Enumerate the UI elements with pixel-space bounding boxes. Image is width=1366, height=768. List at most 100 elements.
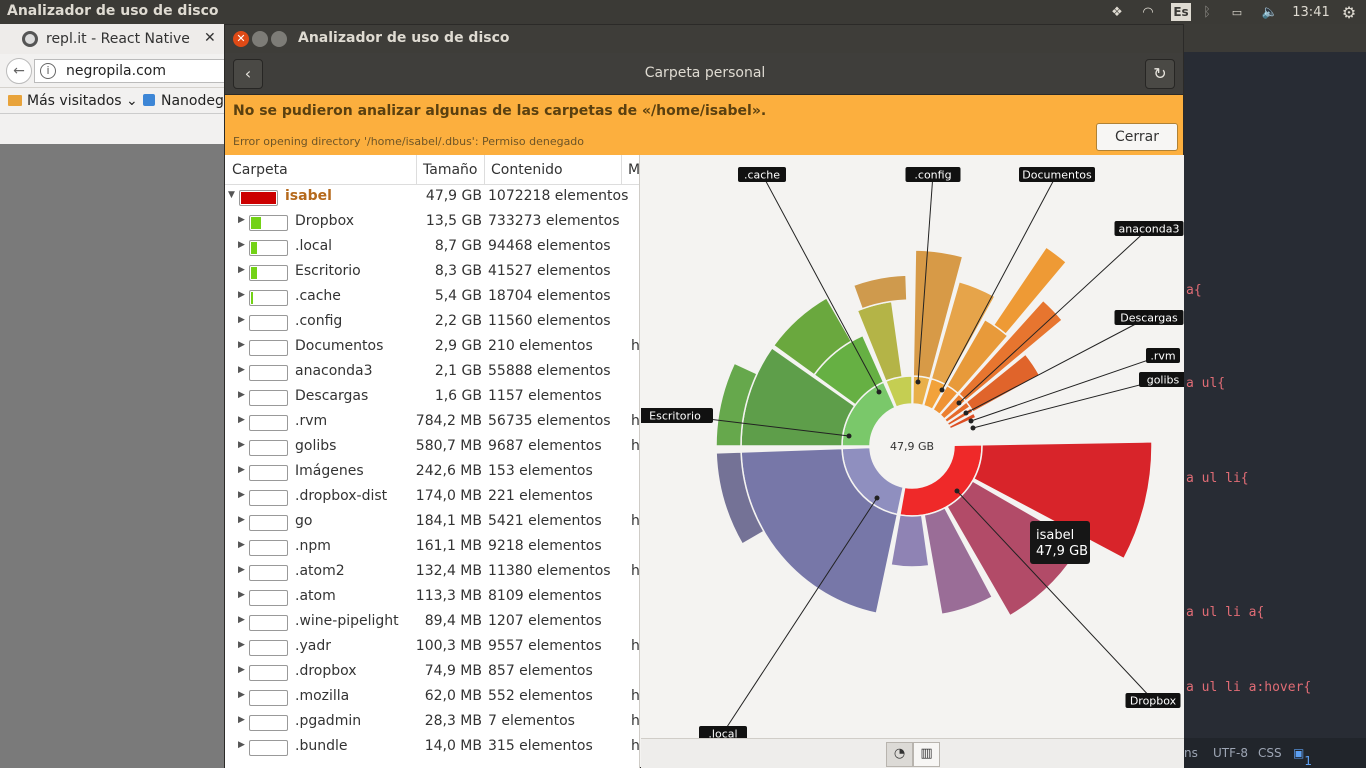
column-size[interactable]: Tamaño [423,162,477,178]
folder-name: .npm [295,538,331,554]
expander-arrow-icon[interactable]: ▶ [238,290,245,300]
expander-arrow-icon[interactable]: ▶ [238,515,245,525]
column-headers: Carpeta Tamaño Contenido M [225,155,639,185]
expander-arrow-icon[interactable]: ▶ [238,340,245,350]
folder-size: 242,6 MB [415,463,482,479]
folder-row[interactable]: ▶ .local 8,7 GB 94468 elementos [225,235,639,260]
folder-row[interactable]: ▶ .atom2 132,4 MB 11380 elementos ha [225,560,639,585]
url-text: negropila.com [66,63,166,79]
gear-icon[interactable]: ⚙ [1339,3,1359,22]
dropbox-icon[interactable]: ❖ [1108,3,1126,21]
keyboard-layout-indicator[interactable]: Es [1171,3,1191,21]
folder-name: .wine-pipelight [295,613,399,629]
usage-bar [249,590,288,606]
bookmark-nanodegree[interactable]: Nanodeg [161,93,224,109]
folder-row[interactable]: ▶ .cache 5,4 GB 18704 elementos [225,285,639,310]
back-button[interactable]: ← [6,58,32,84]
expander-arrow-icon[interactable]: ▶ [238,540,245,550]
folder-row[interactable]: ▶ Documentos 2,9 GB 210 elementos h [225,335,639,360]
folder-row[interactable]: ▶ go 184,1 MB 5421 elementos ha [225,510,640,535]
column-contents[interactable]: Contenido [491,162,563,178]
folder-row[interactable]: ▶ Dropbox 13,5 GB 733273 elementos [225,210,639,235]
minimize-window-button[interactable] [252,31,268,47]
folder-size: 13,5 GB [425,213,482,229]
expander-arrow-icon[interactable]: ▶ [238,640,245,650]
expander-arrow-icon[interactable]: ▶ [238,665,245,675]
tab-strip: repl.it - React Native ✕ [0,24,225,54]
folder-modified: ha [631,638,640,654]
folder-row[interactable]: ▶ .mozilla 62,0 MB 552 elementos ha [225,685,639,710]
expander-arrow-icon[interactable]: ▶ [238,565,245,575]
tab-replit[interactable]: repl.it - React Native ✕ [0,24,225,54]
bluetooth-icon[interactable]: ᛒ [1200,3,1214,21]
folder-name: anaconda3 [295,363,373,379]
folder-row[interactable]: ▶ .config 2,2 GB 11560 elementos [225,310,639,335]
wifi-icon[interactable]: ◠ [1138,3,1158,21]
usage-bar [249,415,288,431]
callout-label: .rvm [1150,350,1175,363]
treemap-toggle[interactable]: ▥ [913,742,940,767]
folder-name: .pgadmin [295,713,362,729]
ring-chart-toggle[interactable]: ◔ [886,742,913,767]
bookmark-most-visited[interactable]: Más visitados ⌄ [27,93,138,109]
expander-arrow-icon[interactable]: ▶ [238,390,245,400]
maximize-window-button[interactable] [271,31,287,47]
expander-arrow-icon[interactable]: ▶ [238,440,245,450]
folder-row[interactable]: ▶ golibs 580,7 MB 9687 elementos ha [225,435,639,460]
update-indicator[interactable]: ▣ 1 update [1293,746,1312,768]
folder-row[interactable]: ▶ .yadr 100,3 MB 9557 elementos ha [225,635,640,660]
folder-row[interactable]: ▶ Escritorio 8,3 GB 41527 elementos [225,260,639,285]
column-modified[interactable]: M [628,162,639,178]
folder-row[interactable]: ▶ .pgadmin 28,3 MB 7 elementos ha [225,710,639,735]
folder-row[interactable]: ▶ Descargas 1,6 GB 1157 elementos [225,385,639,410]
expander-arrow-icon[interactable]: ▶ [238,415,245,425]
battery-icon[interactable]: ▭ [1225,3,1249,21]
folder-row[interactable]: ▶ anaconda3 2,1 GB 55888 elementos [225,360,639,385]
folder-size: 47,9 GB [425,188,482,204]
tab-title: repl.it - React Native [46,31,190,47]
expander-arrow-icon[interactable]: ▶ [238,690,245,700]
expander-arrow-icon[interactable]: ▶ [238,240,245,250]
url-bar[interactable]: i negropila.com [34,59,234,83]
folder-row-root[interactable]: ▼ isabel 47,9 GB 1072218 elementos [225,185,639,210]
folder-row[interactable]: ▶ .dropbox 74,9 MB 857 elementos [225,660,639,685]
column-folder[interactable]: Carpeta [232,162,288,178]
code-line: a ul li a{ [1186,605,1265,620]
folder-row[interactable]: ▶ .dropbox-dist 174,0 MB 221 elementos [225,485,639,510]
expander-arrow-icon[interactable]: ▶ [238,590,245,600]
expander-arrow-icon[interactable]: ▶ [238,315,245,325]
grammar-indicator[interactable]: CSS [1258,746,1282,760]
expander-arrow-icon[interactable]: ▶ [238,365,245,375]
folder-contents: 9557 elementos [488,638,602,654]
rescan-button[interactable]: ↻ [1145,59,1175,89]
expander-arrow-icon[interactable]: ▶ [238,615,245,625]
usage-bar [249,265,288,281]
usage-bar [249,665,288,681]
expander-arrow-icon[interactable]: ▼ [228,190,235,200]
expander-arrow-icon[interactable]: ▶ [238,215,245,225]
folder-row[interactable]: ▶ .rvm 784,2 MB 56735 elementos ha [225,410,639,435]
folder-row[interactable]: ▶ .wine-pipelight 89,4 MB 1207 elementos [225,610,639,635]
segment-cache-child[interactable] [852,274,908,310]
folder-size: 161,1 MB [415,538,482,554]
close-window-button[interactable]: ✕ [233,31,249,47]
segment-dropbox-child[interactable] [890,514,930,568]
folder-row[interactable]: ▶ .atom 113,3 MB 8109 elementos [225,585,639,610]
expander-arrow-icon[interactable]: ▶ [238,490,245,500]
folder-row[interactable]: ▶ Imágenes 242,6 MB 153 elementos [225,460,639,485]
folder-size: 784,2 MB [415,413,482,429]
info-icon[interactable]: i [40,63,56,79]
close-tab-icon[interactable]: ✕ [204,30,216,46]
clock[interactable]: 13:41 [1291,3,1331,21]
volume-icon[interactable]: 🔈 [1259,3,1281,21]
expander-arrow-icon[interactable]: ▶ [238,740,245,750]
encoding-indicator[interactable]: UTF-8 [1213,746,1248,760]
expander-arrow-icon[interactable]: ▶ [238,715,245,725]
expander-arrow-icon[interactable]: ▶ [238,265,245,275]
ring-chart[interactable]: 47,9 GB .cache .config Documentos anaconda3 D… [641,155,1184,738]
folder-row[interactable]: ▶ .bundle 14,0 MB 315 elementos ha [225,735,639,760]
folder-modified: ha [631,513,640,529]
close-infobar-button[interactable]: Cerrar [1096,123,1178,151]
expander-arrow-icon[interactable]: ▶ [238,465,245,475]
folder-row[interactable]: ▶ .npm 161,1 MB 9218 elementos [225,535,639,560]
